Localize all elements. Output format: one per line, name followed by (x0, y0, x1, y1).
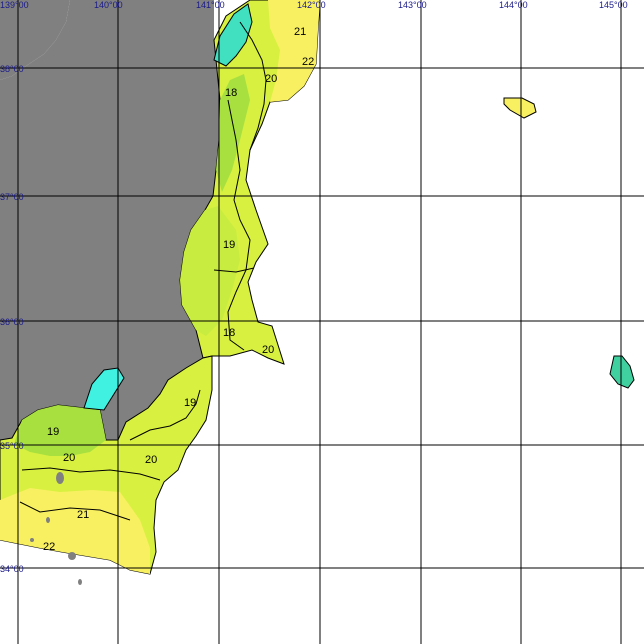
isotherm-label: 20 (63, 452, 75, 464)
isotherm-label: 20 (265, 73, 277, 85)
lon-label: 144°00 (499, 0, 528, 10)
isotherm-label: 20 (145, 454, 157, 466)
isotherm-label: 20 (262, 344, 274, 356)
lon-label: 140°00 (94, 0, 123, 10)
isotherm-label: 19 (47, 426, 59, 438)
lat-label: 37°00 (0, 192, 24, 202)
island-speck (46, 517, 50, 523)
isotherm-label: 18 (225, 87, 237, 99)
lon-label: 145°00 (599, 0, 628, 10)
lon-label: 143°00 (398, 0, 427, 10)
isotherm-label: 18 (223, 327, 235, 339)
isotherm-label: 19 (184, 397, 196, 409)
lon-label: 141°00 (196, 0, 225, 10)
island-speck (56, 472, 64, 484)
lat-label: 34°00 (0, 564, 24, 574)
lon-label: 142°00 (297, 0, 326, 10)
sst-map: 139°00 140°00 141°00 142°00 143°00 144°0… (0, 0, 644, 644)
isotherm-label: 22 (43, 541, 55, 553)
isotherm-label: 21 (77, 509, 89, 521)
isotherm-label: 19 (223, 239, 235, 251)
island-speck (78, 579, 82, 585)
isotherm-label: 21 (294, 26, 306, 38)
lat-label: 35°00 (0, 441, 24, 451)
island-speck (68, 552, 76, 560)
isotherm-label: 22 (302, 56, 314, 68)
lon-label: 139°00 (0, 0, 29, 10)
island-speck (30, 538, 34, 542)
lat-label: 38°00 (0, 64, 24, 74)
lat-label: 36°00 (0, 317, 24, 327)
